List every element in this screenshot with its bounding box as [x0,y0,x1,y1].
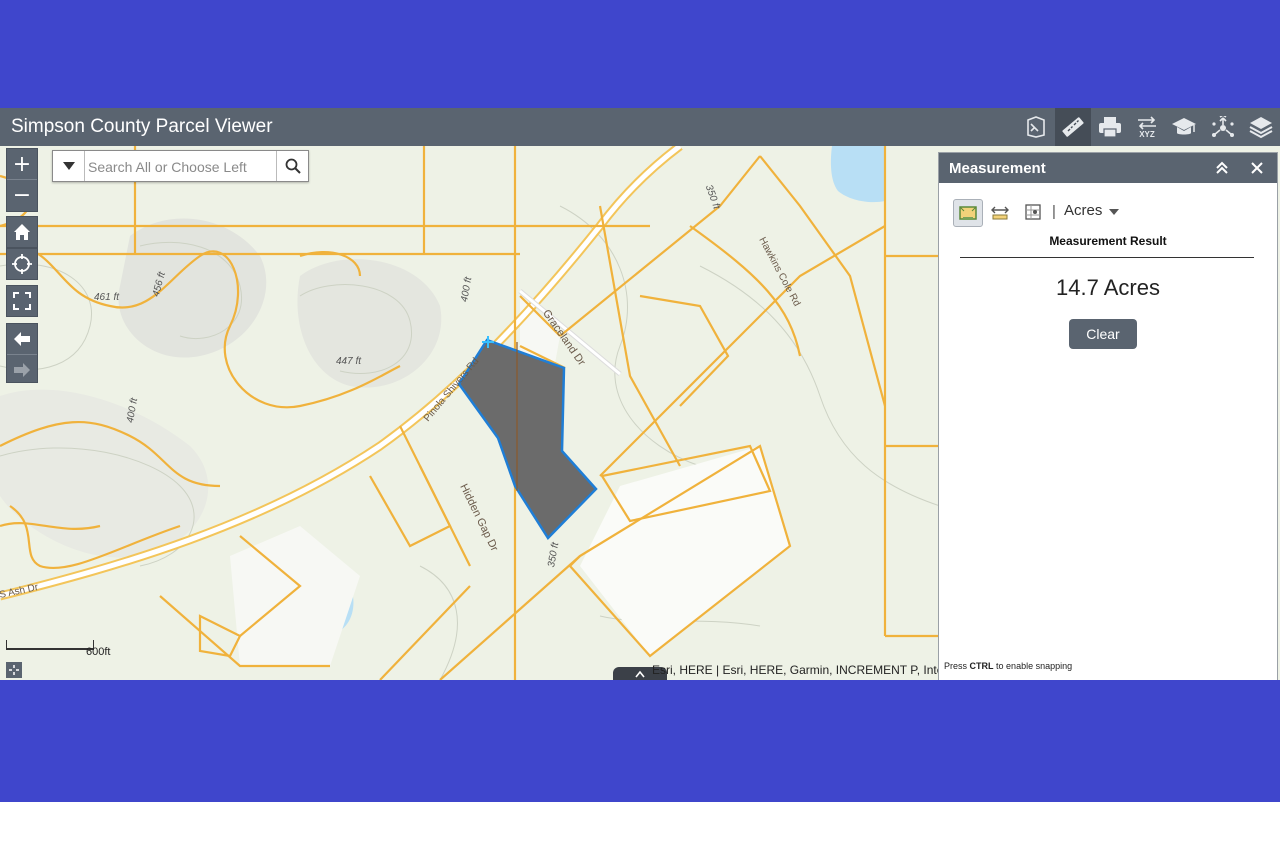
zoom-controls: + − [6,148,38,212]
fullscreen-button[interactable] [6,285,38,317]
panel-title: Measurement [949,160,1046,177]
share-button[interactable] [1205,108,1241,146]
unit-dropdown[interactable]: Acres [1064,202,1102,219]
measurement-panel: Measurement | Acres Measurement Result 1… [938,152,1278,680]
snap-hint-key: CTRL [969,661,994,671]
search-widget [52,150,309,182]
contour-label: 447 ft [336,356,362,367]
close-icon [1251,162,1263,174]
area-measure-icon [959,206,977,220]
arrow-left-icon [14,332,30,346]
unit-separator: | [1052,203,1056,220]
distance-measure-icon [991,206,1009,220]
app-title: Simpson County Parcel Viewer [11,116,273,137]
share-icon [1212,116,1234,137]
locate-icon [12,254,32,274]
map-application: Simpson County Parcel Viewer XYZ 461 ft … [0,108,1280,680]
printer-icon [1099,117,1121,138]
snap-hint-suffix: to enable snapping [996,661,1073,671]
forward-extent-button[interactable] [7,354,37,385]
about-button[interactable] [1166,108,1202,146]
scale-bar [6,640,94,650]
distance-tool-button[interactable] [986,199,1014,225]
double-chevron-up-icon [1216,161,1228,174]
location-measure-icon [1025,204,1041,220]
identify-button[interactable] [1018,108,1054,146]
top-blue-band [0,0,1280,108]
panel-header: Measurement [939,153,1277,183]
layers-icon [1249,117,1273,139]
print-button[interactable] [1092,108,1128,146]
graduation-cap-icon [1172,118,1196,135]
measurement-result-value: 14.7 Acres [1056,275,1160,300]
search-button[interactable] [276,151,308,181]
locate-button[interactable] [6,248,38,280]
map-attribution: Esri, HERE | Esri, HERE, Garmin, INCREME… [652,663,948,677]
layers-button[interactable] [1243,108,1279,146]
identify-icon [1027,116,1045,138]
scale-label: 600ft [86,646,111,658]
xyz-button[interactable]: XYZ [1129,108,1165,146]
xyz-icon-label: XYZ [1139,130,1155,138]
collapse-panel-button[interactable] [1213,159,1231,177]
crosshair-icon [9,665,19,675]
navigation-arrows [6,323,38,383]
search-icon [285,158,301,174]
app-header: Simpson County Parcel Viewer XYZ [0,108,1280,146]
xyz-icon: XYZ [1138,116,1156,138]
contour-label: 461 ft [94,292,120,303]
area-tool-button[interactable] [953,199,983,227]
snapping-hint: Press CTRL to enable snapping [944,661,1072,671]
zoom-in-button[interactable]: + [7,149,37,179]
bottom-blue-band [0,680,1280,802]
result-divider [960,257,1254,258]
search-input[interactable] [86,154,276,180]
back-extent-button[interactable] [7,324,37,354]
home-icon [14,224,30,240]
measurement-result-heading: Measurement Result [1049,234,1167,248]
fullscreen-icon [13,292,31,310]
location-tool-button[interactable] [1019,199,1047,225]
arrow-right-icon [14,363,30,377]
zoom-out-button[interactable]: − [7,179,37,210]
home-button[interactable] [6,216,38,248]
close-panel-button[interactable] [1248,159,1266,177]
caret-down-icon [62,162,75,170]
clear-button[interactable]: Clear [1069,319,1137,349]
snap-hint-prefix: Press [944,661,968,671]
ruler-icon [1062,117,1084,137]
measurement-button[interactable] [1055,108,1091,146]
search-source-dropdown[interactable] [53,151,85,181]
overview-toggle-button[interactable] [6,662,22,678]
unit-dropdown-caret-icon[interactable] [1109,209,1119,215]
